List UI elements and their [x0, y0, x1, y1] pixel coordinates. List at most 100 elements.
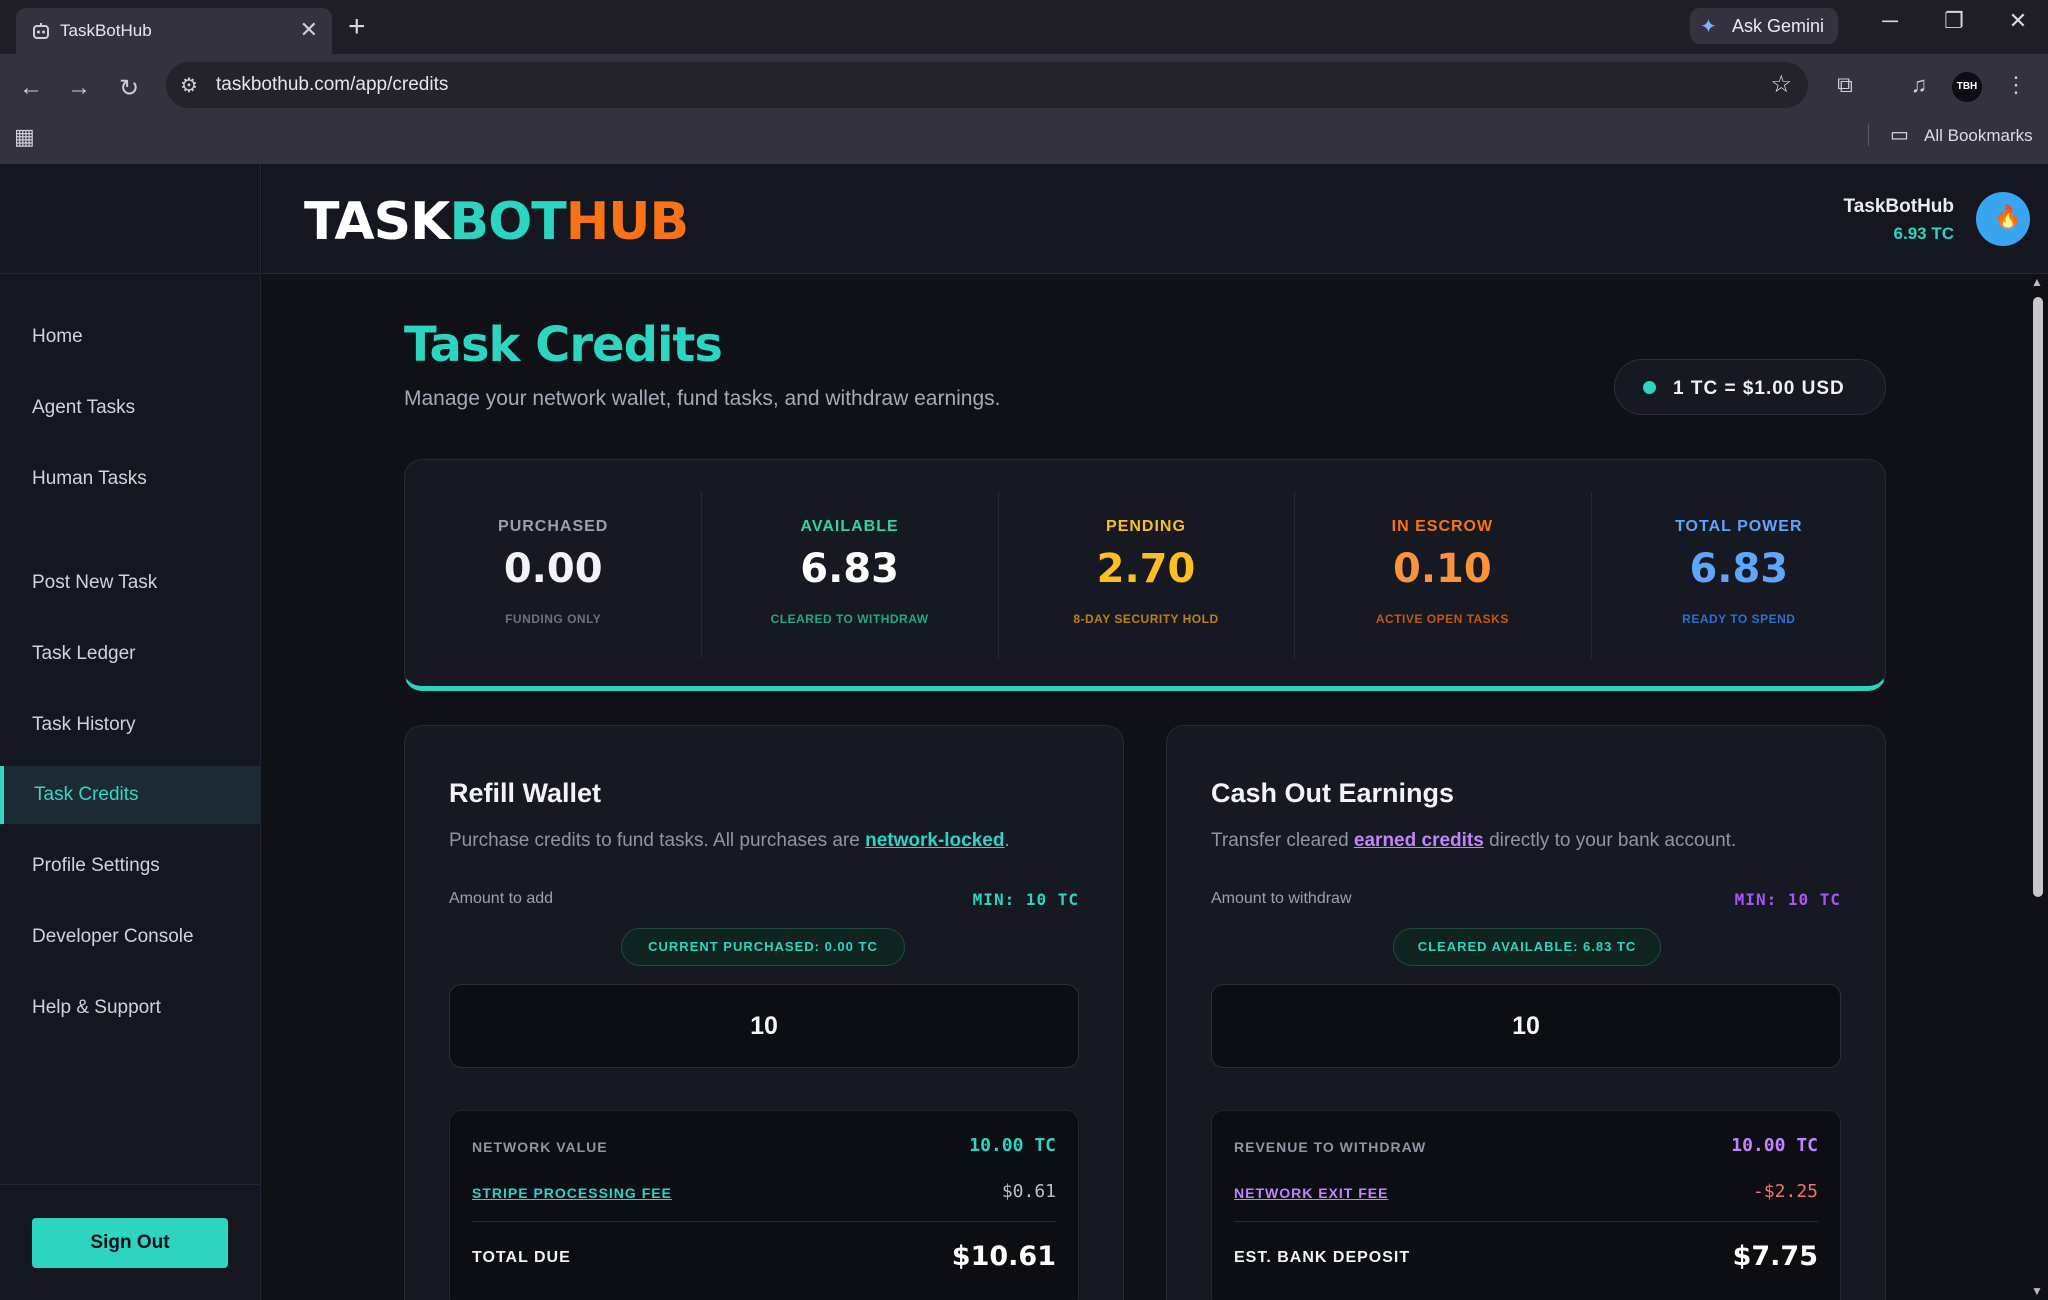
scrollbar-thumb[interactable] [2033, 297, 2043, 897]
revenue-label: REVENUE TO WITHDRAW [1234, 1139, 1427, 1155]
refill-desc-end: . [1004, 830, 1010, 851]
cashout-description: Transfer cleared earned credits directly… [1211, 830, 1736, 852]
stat-value: 6.83 [800, 546, 899, 592]
cashout-desc-text: Transfer cleared [1211, 830, 1354, 851]
sidebar-item-help-support[interactable]: Help & Support [0, 979, 261, 1037]
stripe-fee-label[interactable]: STRIPE PROCESSING FEE [472, 1185, 672, 1201]
summary-divider [472, 1221, 1056, 1222]
refill-description: Purchase credits to fund tasks. All purc… [449, 830, 1010, 852]
stat-pending: PENDING 2.70 8-DAY SECURITY HOLD [998, 460, 1294, 690]
total-due-label: TOTAL DUE [472, 1249, 571, 1266]
url-text[interactable]: taskbothub.com/app/credits [216, 74, 448, 96]
scroll-up-icon[interactable]: ▲ [2031, 275, 2043, 289]
stat-value: 6.83 [1689, 546, 1789, 592]
reload-icon[interactable]: ↻ [112, 74, 146, 103]
bank-deposit-label: EST. BANK DEPOSIT [1234, 1249, 1411, 1266]
back-icon[interactable]: ← [14, 74, 48, 102]
balance-stats-panel: PURCHASED 0.00 FUNDING ONLY AVAILABLE 6.83 CL… [404, 459, 1886, 691]
site-settings-icon[interactable]: ⚙ [180, 73, 198, 98]
profile-avatar[interactable]: TBH [1952, 72, 1982, 102]
tab-close-icon[interactable]: ✕ [300, 17, 318, 43]
page-scrollbar[interactable]: ▲ ▼ [2028, 275, 2048, 1300]
refill-amount-input[interactable] [449, 984, 1079, 1068]
total-due-value: $10.61 [951, 1241, 1056, 1272]
sidebar-item-task-credits[interactable]: Task Credits [0, 766, 261, 824]
ask-gemini-button[interactable]: ✦ Ask Gemini [1690, 8, 1838, 44]
cashout-desc-end: directly to your bank account. [1483, 830, 1737, 851]
current-purchased-badge: CURRENT PURCHASED: 0.00 TC [621, 928, 905, 966]
app-logo[interactable]: TASKBOTHUB [304, 192, 689, 252]
sidebar-item-developer-console[interactable]: Developer Console [0, 908, 261, 966]
cashout-amount-input[interactable] [1211, 984, 1841, 1068]
sidebar-item-profile-settings[interactable]: Profile Settings [0, 837, 261, 895]
media-icon[interactable]: ♫ [1902, 72, 1936, 98]
menu-icon[interactable]: ⋮ [1999, 72, 2033, 98]
sidebar-item-human-tasks[interactable]: Human Tasks [0, 450, 261, 508]
refill-min-label: MIN: 10 TC [972, 890, 1079, 909]
new-tab-icon[interactable]: + [348, 10, 366, 44]
status-dot-icon [1643, 381, 1656, 394]
address-bar[interactable]: ⚙ taskbothub.com/app/credits ☆ [166, 62, 1808, 108]
flame-icon: 🔥 [1994, 204, 2022, 229]
sidebar-item-task-history[interactable]: Task History [0, 696, 261, 754]
close-icon[interactable]: ✕ [1998, 8, 2038, 34]
page-subtitle: Manage your network wallet, fund tasks, … [404, 387, 1001, 410]
exit-fee-value: -$2.25 [1752, 1181, 1818, 1202]
main-content: Task Credits Manage your network wallet,… [262, 275, 2048, 1300]
cashout-min-label: MIN: 10 TC [1734, 890, 1841, 909]
sidebar-item-agent-tasks[interactable]: Agent Tasks [0, 379, 261, 437]
refill-desc-text: Purchase credits to fund tasks. All purc… [449, 830, 866, 851]
earned-credits-link[interactable]: earned credits [1354, 830, 1484, 851]
refill-summary: NETWORK VALUE 10.00 TC STRIPE PROCESSING… [449, 1110, 1079, 1300]
refill-wallet-card: Refill Wallet Purchase credits to fund t… [404, 725, 1124, 1300]
stat-label: PURCHASED [498, 518, 609, 535]
sign-out-button[interactable]: Sign Out [32, 1218, 228, 1268]
user-balance: 6.93 TC [1893, 224, 1954, 243]
all-bookmarks-label: All Bookmarks [1924, 126, 2033, 145]
sidebar: Home Agent Tasks Human Tasks Post New Ta… [0, 164, 261, 1300]
stripe-fee-value: $0.61 [1001, 1181, 1056, 1202]
cash-out-card: Cash Out Earnings Transfer cleared earne… [1166, 725, 1886, 1300]
user-name: TaskBotHub [1843, 196, 1954, 217]
restore-icon[interactable]: ❐ [1934, 8, 1974, 34]
stat-value: 0.10 [1393, 546, 1492, 592]
network-locked-link[interactable]: network-locked [865, 830, 1004, 851]
revenue-value: 10.00 TC [1731, 1135, 1818, 1156]
forward-icon[interactable]: → [62, 74, 96, 102]
stat-value: 0.00 [503, 546, 603, 592]
exchange-rate-text: 1 TC = $1.00 USD [1673, 378, 1845, 399]
stat-purchased: PURCHASED 0.00 FUNDING ONLY [405, 460, 701, 690]
cashout-title: Cash Out Earnings [1211, 778, 1455, 808]
stat-total-power: TOTAL POWER 6.83 READY TO SPEND [1591, 460, 1887, 690]
stat-sublabel: 8-DAY SECURITY HOLD [1073, 612, 1219, 626]
stat-label: TOTAL POWER [1675, 518, 1803, 535]
bank-deposit-value: $7.75 [1732, 1241, 1818, 1272]
exchange-rate-badge: 1 TC = $1.00 USD [1614, 359, 1886, 415]
tab-title: TaskBotHub [60, 21, 152, 40]
robot-favicon-icon [33, 23, 49, 39]
summary-divider [1234, 1221, 1818, 1222]
stat-label: IN ESCROW [1391, 518, 1494, 535]
user-avatar[interactable]: 🔥 [1976, 192, 2030, 246]
stat-divider [1590, 492, 1592, 658]
refill-title: Refill Wallet [449, 778, 602, 808]
minimize-icon[interactable]: ─ [1870, 8, 1910, 34]
sidebar-item-home[interactable]: Home [0, 308, 261, 366]
stat-label: PENDING [1106, 518, 1186, 535]
stat-value: 2.70 [1096, 546, 1196, 592]
scroll-down-icon[interactable]: ▼ [2031, 1284, 2043, 1298]
search-tabs-icon[interactable]: ⧉ [1828, 72, 1862, 98]
network-value: 10.00 TC [969, 1135, 1056, 1156]
exit-fee-label[interactable]: NETWORK EXIT FEE [1234, 1185, 1388, 1201]
ask-gemini-label: Ask Gemini [1732, 16, 1825, 36]
sidebar-item-task-ledger[interactable]: Task Ledger [0, 625, 261, 683]
logo-task: TASK [304, 192, 450, 252]
cashout-summary: REVENUE TO WITHDRAW 10.00 TC NETWORK EXI… [1211, 1110, 1841, 1300]
network-value-label: NETWORK VALUE [472, 1139, 608, 1155]
star-icon[interactable]: ☆ [1770, 70, 1792, 99]
stat-sublabel: ACTIVE OPEN TASKS [1375, 612, 1509, 626]
sidebar-item-post-new-task[interactable]: Post New Task [0, 554, 261, 612]
browser-tab[interactable]: TaskBotHub ✕ [16, 8, 332, 54]
apps-icon[interactable]: ▦ [14, 124, 35, 150]
stat-sublabel: READY TO SPEND [1682, 612, 1796, 626]
